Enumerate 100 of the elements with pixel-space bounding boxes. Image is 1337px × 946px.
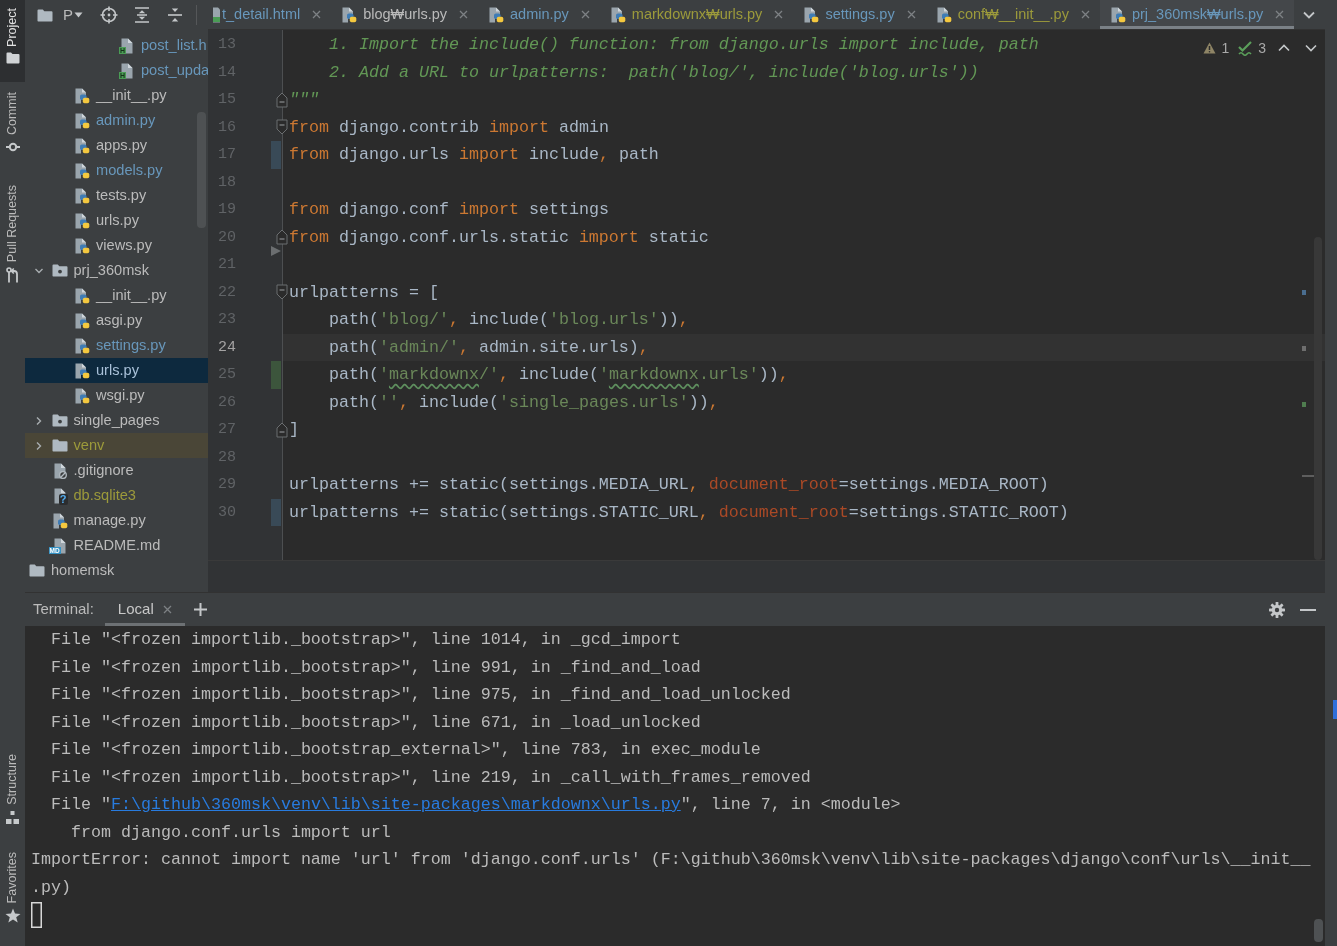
code-line: urlpatterns = [ <box>289 281 439 304</box>
code-line: from django.contrib import admin <box>289 116 609 139</box>
python-file-icon <box>74 387 90 404</box>
check-icon[interactable] <box>1238 40 1254 56</box>
tree-item[interactable]: tests.py <box>25 183 208 208</box>
tree-item[interactable]: views.py <box>25 233 208 258</box>
editor-tab[interactable]: admin.py <box>478 0 600 29</box>
tree-item[interactable]: urls.py <box>25 358 208 383</box>
tool-window-tab[interactable]: Structure <box>0 746 25 846</box>
tool-window-tab[interactable]: Pull Requests <box>0 176 25 292</box>
code-line: from django.conf.urls.static import static <box>289 226 709 249</box>
folder-icon <box>29 564 45 577</box>
editor-tab[interactable]: conf₩__init__.py <box>925 0 1100 29</box>
python-file-icon <box>74 162 90 179</box>
code-line: 2. Add a URL to urlpatterns: path('blog/', include('blog.urls')) <box>327 61 979 84</box>
python-file-icon <box>74 137 90 154</box>
python-file-icon <box>935 6 952 23</box>
tree-item[interactable]: models.py <box>25 158 208 183</box>
error-stripe-mark <box>1302 402 1306 407</box>
close-icon[interactable] <box>162 605 172 614</box>
python-file-icon <box>74 87 90 104</box>
python-file-icon <box>341 6 358 23</box>
editor-tab[interactable]: markdownx₩urls.py <box>599 0 794 29</box>
error-stripe-mark <box>1302 346 1306 351</box>
close-icon[interactable] <box>774 10 784 19</box>
tree-item[interactable]: settings.py <box>25 333 208 358</box>
tree-item[interactable]: venv <box>25 433 208 458</box>
code-line: path('markdownx/', include('markdownx.urls')), <box>327 364 789 386</box>
close-icon[interactable] <box>1080 10 1090 19</box>
tool-window-tab[interactable]: Favorites <box>0 846 25 934</box>
tree-item[interactable]: apps.py <box>25 133 208 158</box>
tree-item[interactable]: wsgi.py <box>25 383 208 408</box>
fold-marker-icon[interactable] <box>276 229 288 246</box>
tree-item[interactable]: urls.py <box>25 208 208 233</box>
star-icon <box>4 908 21 924</box>
fold-marker-icon[interactable] <box>276 119 288 136</box>
typo-count[interactable]: 3 <box>1258 40 1266 56</box>
tree-item[interactable]: admin.py <box>25 108 208 133</box>
code-line: """ <box>289 89 319 111</box>
plus-icon[interactable] <box>193 603 207 616</box>
terminal-line: File "<frozen importlib._bootstrap>", line 1014, in _gcd_import <box>50 629 682 651</box>
code-line: urlpatterns += static(settings.MEDIA_URL, document_root=settings.MEDIA_ROOT) <box>289 474 1049 496</box>
scrollbar-thumb[interactable] <box>1314 919 1323 942</box>
chevron-up-icon[interactable] <box>1278 44 1290 52</box>
terminal-line: File "<frozen importlib._bootstrap>", line 671, in _load_unlocked <box>50 711 702 734</box>
code-line: from django.conf import settings <box>289 199 609 221</box>
python-file-icon <box>488 6 504 23</box>
deleted-lines-marker[interactable] <box>270 245 282 257</box>
tree-item[interactable]: prj_360msk <box>25 258 208 283</box>
terminal-line: from django.conf.urls import url <box>69 821 392 844</box>
tool-window-tab[interactable]: Project <box>0 0 25 82</box>
code-line: ] <box>289 419 299 441</box>
python-file-icon <box>74 112 90 129</box>
fold-marker-icon[interactable] <box>276 284 288 301</box>
editor-tab[interactable]: settings.py <box>793 0 926 29</box>
tree-item[interactable]: .gitignore <box>25 458 208 483</box>
settings-icon[interactable] <box>1269 601 1285 618</box>
tree-item[interactable]: __init__.py <box>25 83 208 108</box>
editor-tab[interactable]: t_detail.html <box>208 0 332 29</box>
close-icon[interactable] <box>312 10 322 19</box>
terminal-line: File "<frozen importlib._bootstrap>", line 219, in _call_with_frames_removed <box>50 766 812 789</box>
view-dropdown[interactable]: P <box>63 3 83 27</box>
tool-window-tab[interactable]: Commit <box>0 82 25 176</box>
file-icon <box>213 6 220 23</box>
collapse-all-icon[interactable] <box>167 7 183 23</box>
fold-marker-icon[interactable] <box>276 91 288 108</box>
terminal-tab[interactable]: Local <box>104 593 185 626</box>
terminal-title: Terminal: <box>33 599 94 620</box>
tree-item[interactable]: asgi.py <box>25 308 208 333</box>
line-number: 24 <box>217 337 236 358</box>
terminal-line: File "<frozen importlib._bootstrap>", line 991, in _find_and_load <box>50 656 702 679</box>
file-link[interactable]: F:\github\360msk\venv\lib\site-packages\markdownx\urls.py <box>110 795 681 814</box>
warning-icon[interactable] <box>1203 42 1217 54</box>
chevron-down-icon[interactable] <box>1303 10 1315 19</box>
tree-item[interactable]: manage.py <box>25 508 208 533</box>
warning-count[interactable]: 1 <box>1221 40 1230 56</box>
editor-tab[interactable]: blog₩urls.py <box>331 0 478 29</box>
python-file-icon <box>74 312 90 329</box>
pull-request-icon <box>5 267 20 284</box>
tree-item[interactable]: __init__.py <box>25 283 208 308</box>
tree-item[interactable]: single_pages <box>25 408 208 433</box>
python-file-icon <box>74 212 90 229</box>
python-file-icon <box>803 6 820 23</box>
tree-item[interactable]: homemsk <box>25 558 208 583</box>
close-icon[interactable] <box>580 10 590 19</box>
editor-tab[interactable]: prj_360msk₩urls.py <box>1099 0 1295 29</box>
chevron-down-icon[interactable] <box>1305 44 1317 52</box>
crosshair-icon[interactable] <box>100 6 118 24</box>
tree-item[interactable]: ? db.sqlite3 <box>25 483 208 508</box>
file-type-label: ? <box>58 493 68 505</box>
terminal-line: File "<frozen importlib._bootstrap>", line 975, in _find_and_load_unlocked <box>50 684 792 706</box>
folder-icon <box>5 51 20 64</box>
close-icon[interactable] <box>1275 10 1285 19</box>
close-icon[interactable] <box>906 10 916 19</box>
scrollbar-thumb[interactable] <box>1314 237 1322 560</box>
python-file-icon <box>609 6 626 23</box>
close-icon[interactable] <box>459 10 468 19</box>
folder-icon <box>37 8 53 22</box>
expand-all-icon[interactable] <box>134 7 150 23</box>
fold-marker-icon[interactable] <box>276 421 288 438</box>
